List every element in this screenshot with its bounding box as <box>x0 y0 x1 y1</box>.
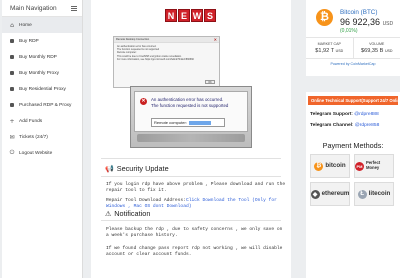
sidebar-item-label: Buy Residential Proxy <box>19 86 66 92</box>
error-icon: ✕ <box>140 98 147 105</box>
telegram-channel-link[interactable]: @rdpre858 <box>355 123 380 128</box>
remote-computer-label: Remote computer: <box>154 120 187 125</box>
repair-tool-label: Repair Tool Download Address: <box>106 198 186 203</box>
section-title: Security Update <box>116 164 169 173</box>
main-panel: N E W S Remote Desktop Connection ✕ An a… <box>91 0 291 278</box>
telegram-channel-label: Telegram Channel <box>310 123 353 128</box>
payment-ethereum: ◆ ethereum <box>310 182 350 206</box>
menu-toggle-icon[interactable] <box>71 5 77 11</box>
sidebar: Main Navigation ⌂ Home Buy RDP Buy Month… <box>2 0 83 278</box>
computer-icon <box>8 37 16 45</box>
computer-icon <box>8 101 16 109</box>
support-card: Online Technical Support(Support 24/7 On… <box>306 92 400 278</box>
sidebar-item-label: Buy Monthly RDP <box>19 54 57 60</box>
error-line: An authentication error has occurred. <box>151 97 224 102</box>
computer-icon <box>8 69 16 77</box>
payment-methods-title: Payment Methods: <box>322 141 384 150</box>
section-title: Notification <box>114 209 151 218</box>
error-screenshot-zoomed: ✕ An authentication error has occurred. … <box>130 86 252 148</box>
divider <box>101 158 281 159</box>
sidebar-item-label: Home <box>19 22 32 28</box>
payment-bitcoin: ₿ bitcoin <box>310 154 350 178</box>
error-line: The function requested is not supported <box>151 102 229 108</box>
security-update-heading: 📢 Security Update <box>105 164 169 173</box>
support-banner: Online Technical Support(Support 24/7 On… <box>308 96 398 105</box>
payment-name: ethereum <box>321 190 350 197</box>
sidebar-item-purchased[interactable]: Purchased RDP & Proxy <box>2 97 82 113</box>
divider <box>101 176 281 177</box>
sidebar-item-label: Add Funds <box>19 118 43 124</box>
sidebar-item-label: Purchased RDP & Proxy <box>19 102 72 108</box>
market-cap-label: MARKET CAP <box>317 42 341 46</box>
bitcoin-icon: ₿ <box>314 161 324 171</box>
dialog-ok-button: OK <box>205 80 215 84</box>
sidebar-item-label: Logout Website <box>19 150 53 156</box>
crypto-widget: ₿ Bitcoin (BTC) 96 922,36 USD (0,01%) MA… <box>306 0 400 76</box>
news-banner: N E W S <box>165 9 216 22</box>
volume-label: VOLUME <box>369 42 385 46</box>
payment-name: Perfect Money <box>366 160 381 170</box>
notification-paragraph-1: Please backup the rdp , due to safety co… <box>106 227 283 239</box>
sidebar-item-logout[interactable]: ⏻ Logout Website <box>2 145 82 161</box>
error-screenshot-dialog: Remote Desktop Connection ✕ An authentic… <box>113 36 220 88</box>
news-letter: S <box>204 9 216 22</box>
sidebar-item-buy-residential-proxy[interactable]: Buy Residential Proxy <box>2 81 82 97</box>
crypto-name[interactable]: Bitcoin (BTC) <box>340 9 377 16</box>
sidebar-item-label: Tickets (24/7) <box>19 134 48 140</box>
price-change: (0,01%) <box>340 28 358 34</box>
volume-value: $69,35 B USD <box>360 48 393 54</box>
news-letter: W <box>191 9 203 22</box>
megaphone-icon: 📢 <box>105 164 114 173</box>
power-icon: ⏻ <box>9 149 15 156</box>
telegram-support: Telegram Support: @rdpre888 <box>310 112 379 117</box>
bitcoin-icon: ₿ <box>316 9 333 26</box>
market-cap-value: $1,92 T USD <box>315 48 344 54</box>
sidebar-header: Main Navigation <box>2 0 82 17</box>
news-letter: N <box>165 9 177 22</box>
remote-computer-field: Remote computer: <box>151 118 225 127</box>
litecoin-icon: Ł <box>357 189 367 199</box>
market-stats: MARKET CAP $1,92 T USD VOLUME $69,35 B U… <box>306 37 400 59</box>
powered-by-link[interactable]: Powered by CoinMarketCap <box>306 62 400 66</box>
sidebar-item-add-funds[interactable]: + Add Funds <box>2 113 82 129</box>
security-paragraph-1: If you login rdp have above problem , Pl… <box>106 182 286 194</box>
payment-perfect-money: PM Perfect Money <box>354 154 394 178</box>
crypto-price: 96 922,36 USD <box>340 17 393 27</box>
ticket-icon: ✉ <box>9 133 15 141</box>
sidebar-item-buy-monthly-proxy[interactable]: Buy Monthly Proxy <box>2 65 82 81</box>
telegram-support-label: Telegram Support <box>310 112 352 117</box>
sidebar-item-label: Buy Monthly Proxy <box>19 70 59 76</box>
sidebar-title: Main Navigation <box>10 4 57 12</box>
sidebar-item-home[interactable]: ⌂ Home <box>2 17 82 33</box>
divider <box>101 220 281 221</box>
news-letter: E <box>178 9 190 22</box>
telegram-channel: Telegram Channel: @rdpre858 <box>310 123 380 128</box>
computer-icon <box>8 53 16 61</box>
sidebar-item-buy-rdp[interactable]: Buy RDP <box>2 33 82 49</box>
price-unit: USD <box>382 21 394 27</box>
sidebar-item-buy-monthly-rdp[interactable]: Buy Monthly RDP <box>2 49 82 65</box>
blurred-area <box>137 134 245 142</box>
computer-icon <box>8 85 16 93</box>
warning-icon: ⚠ <box>105 209 112 218</box>
payment-name: bitcoin <box>325 162 346 169</box>
payment-name: litecoin <box>368 190 391 197</box>
sidebar-item-label: Buy RDP <box>19 38 39 44</box>
price-value: 96 922,36 <box>340 17 381 27</box>
perfect-money-icon: PM <box>355 161 364 171</box>
sidebar-item-tickets[interactable]: ✉ Tickets (24/7) <box>2 129 82 145</box>
home-icon: ⌂ <box>10 21 14 29</box>
telegram-support-link[interactable]: @rdpre888 <box>354 112 379 117</box>
close-icon: ✕ <box>213 37 217 42</box>
notification-paragraph-2: If we found change pass report rdp not w… <box>106 246 283 258</box>
plus-icon: + <box>9 117 15 125</box>
notification-heading: ⚠ Notification <box>105 209 150 218</box>
dialog-line: For more information, see https://go.mic… <box>117 57 194 61</box>
ethereum-icon: ◆ <box>310 189 320 199</box>
payment-litecoin: Ł litecoin <box>354 182 394 206</box>
